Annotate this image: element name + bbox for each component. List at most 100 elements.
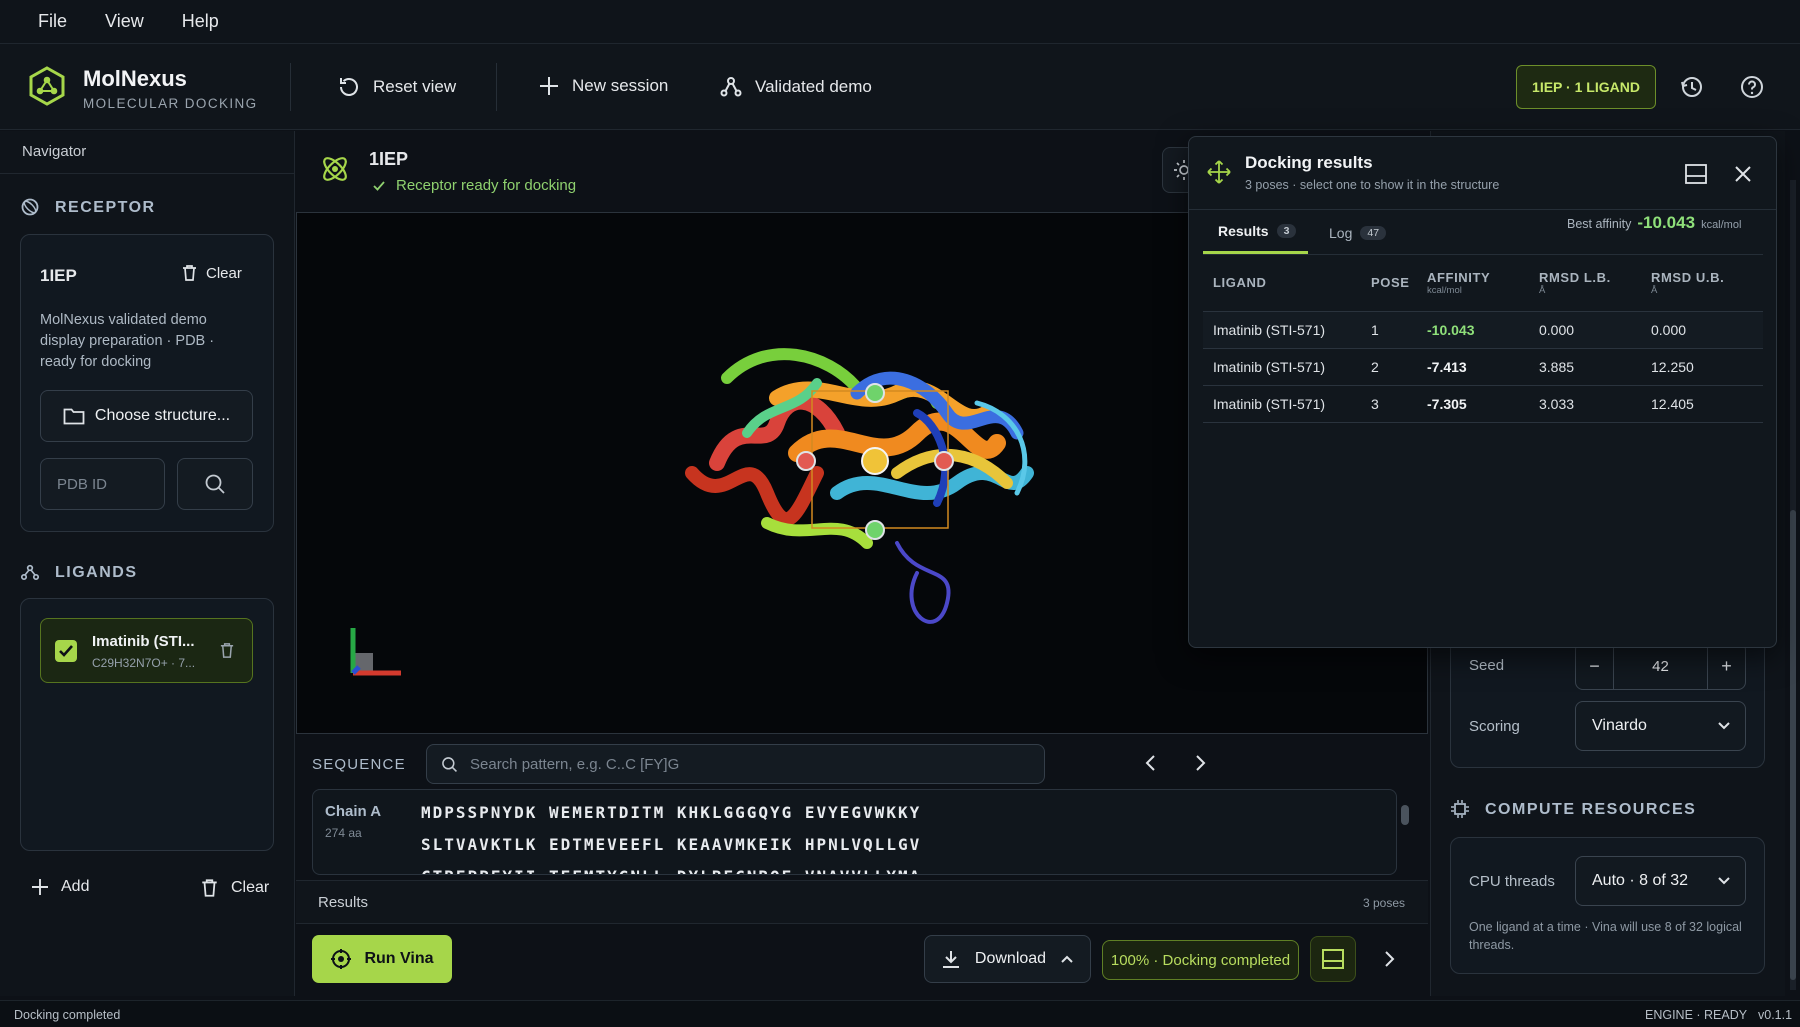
column-header-ligand[interactable]: LIGAND xyxy=(1203,255,1371,311)
brand-title: MolNexus xyxy=(83,66,187,91)
seed-increment-button[interactable]: + xyxy=(1707,643,1745,689)
docking-header-divider xyxy=(1189,209,1776,210)
plus-icon xyxy=(31,878,49,896)
receptor-description: MolNexus validated demo display preparat… xyxy=(40,312,215,370)
choose-structure-button[interactable]: Choose structure... xyxy=(40,390,253,442)
validated-demo-button[interactable]: Validated demo xyxy=(719,75,872,99)
column-header-rmsd-lb[interactable]: RMSD L.B. Å xyxy=(1539,255,1651,311)
chevron-down-icon xyxy=(1717,876,1731,886)
help-icon[interactable] xyxy=(1739,74,1765,100)
seed-value: 42 xyxy=(1652,657,1669,675)
receptor-id: 1IEP xyxy=(40,266,77,285)
column-header-pose[interactable]: POSE xyxy=(1371,255,1427,311)
tab-log[interactable]: Log 47 xyxy=(1329,225,1387,241)
clear-ligands-label: Clear xyxy=(231,879,270,896)
sequence-search-input[interactable]: Search pattern, e.g. C..C [FY]G xyxy=(426,744,1045,784)
reset-view-button[interactable]: Reset view xyxy=(337,75,456,99)
table-row[interactable]: Imatinib (STI-571) 2 -7.413 3.885 12.250 xyxy=(1203,348,1763,385)
chain-length: 274 aa xyxy=(325,826,362,840)
sequence-label: SEQUENCE xyxy=(312,756,406,773)
new-session-button[interactable]: New session xyxy=(538,75,668,97)
download-icon xyxy=(941,949,961,969)
receptor-clear-label: Clear xyxy=(206,264,242,282)
table-header-row: LIGAND POSE AFFINITY kcal/mol RMSD L.B. Å … xyxy=(1203,255,1763,311)
results-bar-label: Results xyxy=(318,894,369,911)
navigator-divider xyxy=(0,173,295,174)
column-header-affinity[interactable]: AFFINITY kcal/mol xyxy=(1427,255,1539,311)
structure-title: 1IEP xyxy=(369,149,409,169)
cell-affinity: -7.413 xyxy=(1427,358,1467,375)
status-bar: Docking completed ENGINE · READY v0.1.1 xyxy=(0,1000,1800,1027)
right-scrollbar-thumb[interactable] xyxy=(1790,510,1796,980)
cpu-threads-value: Auto · 8 of 32 xyxy=(1592,872,1689,889)
cell-affinity: -10.043 xyxy=(1427,321,1475,338)
add-ligand-label: Add xyxy=(61,878,90,895)
menu-file[interactable]: File xyxy=(38,11,67,32)
new-session-label: New session xyxy=(572,76,669,95)
cell-ligand: Imatinib (STI-571) xyxy=(1213,358,1326,375)
clear-ligands-button[interactable]: Clear xyxy=(200,878,269,898)
column-header-rmsd-ub[interactable]: RMSD U.B. Å xyxy=(1651,255,1763,311)
menu-help[interactable]: Help xyxy=(182,11,219,32)
receptor-clear-button[interactable]: Clear xyxy=(181,264,242,282)
receptor-section-title: RECEPTOR xyxy=(55,199,156,216)
folder-icon xyxy=(63,407,85,425)
add-ligand-button[interactable]: Add xyxy=(31,878,89,896)
session-status-badge: 1IEP · 1 LIGAND xyxy=(1516,65,1656,109)
sequence-viewer[interactable]: Chain A 274 aa MDPSSPNYDK WEMERTDITM KHK… xyxy=(312,789,1397,875)
cell-ligand: Imatinib (STI-571) xyxy=(1213,321,1326,338)
dock-panel-icon[interactable] xyxy=(1685,164,1707,184)
scoring-label: Scoring xyxy=(1469,718,1520,735)
pdb-search-button[interactable] xyxy=(177,458,253,510)
cell-ligand: Imatinib (STI-571) xyxy=(1213,395,1326,412)
structure-status: Receptor ready for docking xyxy=(372,177,576,194)
panel-toggle-button[interactable] xyxy=(1310,936,1356,982)
cell-rmsd-ub: 0.000 xyxy=(1651,321,1687,338)
cell-rmsd-lb: 3.885 xyxy=(1539,358,1575,375)
docking-results-panel: Docking results 3 poses · select one to … xyxy=(1188,136,1777,648)
table-row[interactable]: Imatinib (STI-571) 1 -10.043 0.000 0.000 xyxy=(1203,311,1763,348)
docking-progress-pill: 100% · Docking completed xyxy=(1102,940,1299,980)
search-icon xyxy=(441,756,458,773)
run-vina-button[interactable]: Run Vina xyxy=(312,935,452,983)
ligand-checkbox[interactable] xyxy=(55,640,77,662)
cell-pose: 3 xyxy=(1371,395,1379,412)
scoring-select[interactable]: Vinardo xyxy=(1575,701,1746,751)
chevron-up-icon xyxy=(1060,954,1074,964)
docking-subtitle: 3 poses · select one to show it in the s… xyxy=(1245,178,1500,192)
chevron-right-icon[interactable] xyxy=(1382,949,1396,969)
tab-results[interactable]: Results 3 xyxy=(1218,223,1297,239)
right-scrollbar-track[interactable] xyxy=(1790,180,1796,990)
panel-icon xyxy=(1322,949,1344,969)
seed-decrement-button[interactable]: − xyxy=(1576,643,1614,689)
download-button[interactable]: Download xyxy=(924,935,1091,983)
cpu-threads-select[interactable]: Auto · 8 of 32 xyxy=(1575,856,1746,906)
scoring-value: Vinardo xyxy=(1592,717,1647,734)
close-icon[interactable] xyxy=(1734,165,1752,183)
receptor-icon xyxy=(20,197,40,217)
sequence-prev-icon[interactable] xyxy=(1144,753,1158,773)
table-row[interactable]: Imatinib (STI-571) 3 -7.305 3.033 12.405 xyxy=(1203,385,1763,422)
header-divider xyxy=(496,63,497,111)
trash-icon xyxy=(200,878,219,898)
trash-icon xyxy=(181,264,198,282)
move-icon[interactable] xyxy=(1206,159,1232,185)
sequence-next-icon[interactable] xyxy=(1193,753,1207,773)
run-vina-label: Run Vina xyxy=(364,950,434,967)
sequence-scrollbar[interactable] xyxy=(1401,805,1409,825)
tab-log-count: 47 xyxy=(1360,226,1387,240)
pdb-id-input[interactable]: PDB ID xyxy=(40,458,165,510)
ligand-delete-icon[interactable] xyxy=(219,642,235,659)
search-icon xyxy=(204,473,226,495)
plus-icon xyxy=(538,75,560,97)
menu-view[interactable]: View xyxy=(105,11,144,32)
validated-demo-label: Validated demo xyxy=(755,77,872,96)
results-bar-count: 3 poses xyxy=(1363,896,1406,910)
seed-stepper[interactable]: − 42 + xyxy=(1575,642,1746,690)
best-affinity-value: -10.043 xyxy=(1637,213,1696,232)
history-icon[interactable] xyxy=(1679,74,1705,100)
structure-atom-icon xyxy=(318,152,352,186)
results-bar[interactable] xyxy=(296,880,1428,924)
reset-view-label: Reset view xyxy=(373,77,457,96)
navigator-label: Navigator xyxy=(22,143,87,160)
